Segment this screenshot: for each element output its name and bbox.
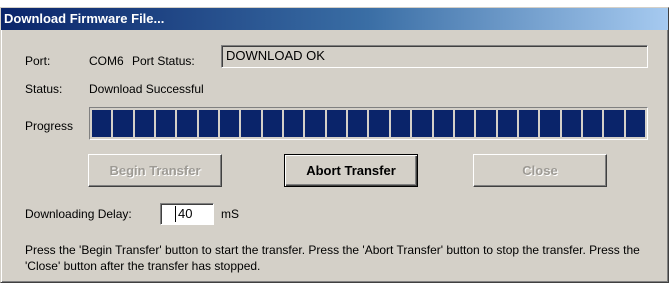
status-label: Status: bbox=[25, 82, 63, 96]
port-label: Port: bbox=[25, 54, 51, 68]
progress-segment bbox=[433, 110, 453, 137]
port-status-label: Port Status: bbox=[132, 54, 195, 68]
progress-segment bbox=[561, 110, 581, 137]
progress-segment bbox=[454, 110, 475, 137]
port-status-field: DOWNLOAD OK bbox=[221, 45, 648, 68]
delay-unit: mS bbox=[221, 207, 239, 221]
progress-segment bbox=[582, 110, 603, 137]
progress-fill bbox=[92, 110, 645, 137]
status-value: Download Successful bbox=[89, 82, 204, 96]
progress-segment bbox=[412, 110, 432, 137]
progress-segment bbox=[326, 110, 347, 137]
progress-segment bbox=[92, 110, 112, 137]
progress-bar bbox=[89, 107, 648, 140]
text-caret bbox=[175, 206, 176, 222]
dialog-title: Download Firmware File... bbox=[1, 8, 668, 30]
port-value: COM6 bbox=[89, 54, 124, 68]
progress-segment bbox=[369, 110, 389, 137]
close-button[interactable]: Close bbox=[473, 154, 607, 187]
delay-input[interactable]: 40 bbox=[160, 203, 214, 225]
progress-segment bbox=[604, 110, 624, 137]
progress-segment bbox=[113, 110, 133, 137]
progress-segment bbox=[305, 110, 325, 137]
progress-segment bbox=[220, 110, 240, 137]
progress-segment bbox=[177, 110, 197, 137]
progress-segment bbox=[497, 110, 517, 137]
begin-transfer-button[interactable]: Begin Transfer bbox=[88, 154, 222, 187]
progress-segment bbox=[156, 110, 176, 137]
progress-segment bbox=[348, 110, 368, 137]
progress-segment bbox=[284, 110, 304, 137]
progress-segment bbox=[540, 110, 560, 137]
progress-segment bbox=[241, 110, 261, 137]
help-text: Press the 'Begin Transfer' button to sta… bbox=[25, 243, 640, 273]
progress-segment bbox=[390, 110, 411, 137]
progress-segment bbox=[476, 110, 496, 137]
progress-segment bbox=[198, 110, 219, 137]
progress-label: Progress bbox=[25, 119, 74, 133]
progress-segment bbox=[518, 110, 539, 137]
progress-segment bbox=[134, 110, 155, 137]
delay-label: Downloading Delay: bbox=[25, 207, 132, 221]
progress-segment bbox=[625, 110, 645, 137]
abort-transfer-button[interactable]: Abort Transfer bbox=[284, 154, 418, 187]
download-firmware-dialog: Download Firmware File... Port: COM6 Por… bbox=[0, 7, 669, 283]
progress-segment bbox=[262, 110, 283, 137]
